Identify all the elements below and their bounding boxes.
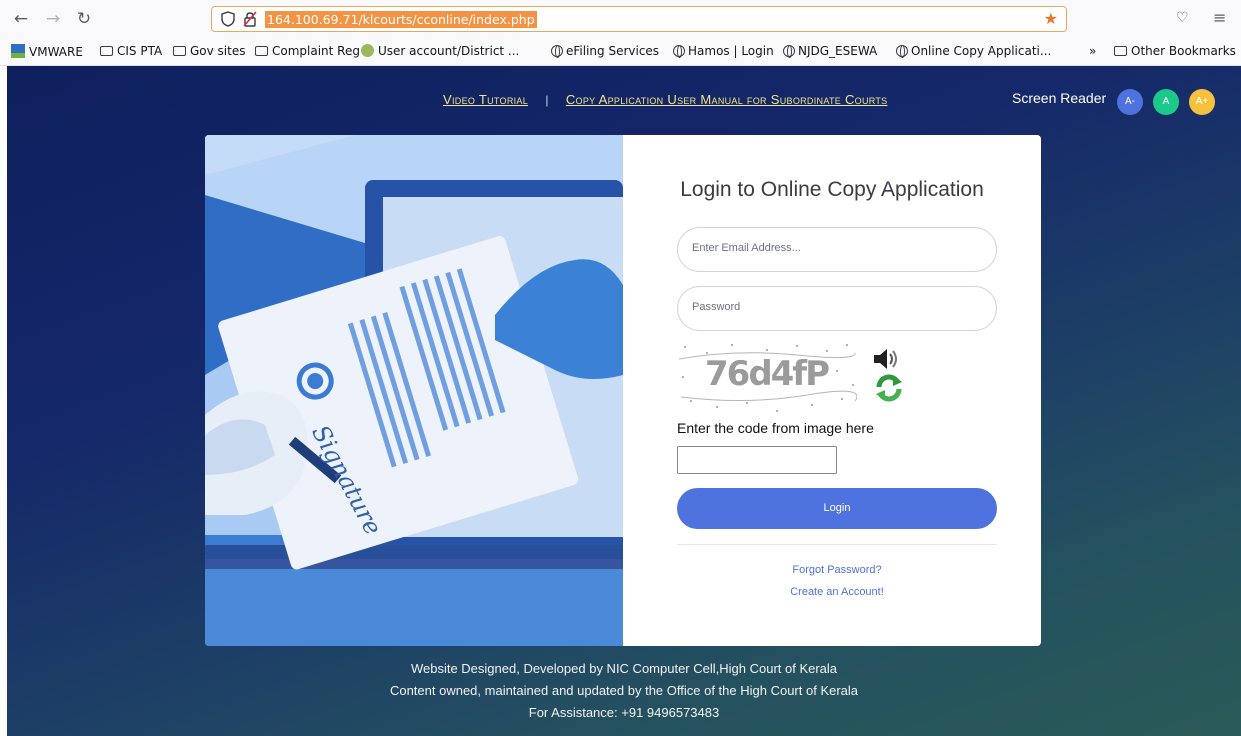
email-field[interactable]: Enter Email Address...: [677, 227, 997, 272]
insecure-lock-icon[interactable]: [243, 11, 257, 27]
captcha-text: 76d4fP: [705, 354, 829, 394]
user-manual-link[interactable]: Copy Application User Manual for Subordi…: [566, 92, 888, 107]
refresh-captcha-icon[interactable]: [874, 373, 904, 403]
captcha-label: Enter the code from image here: [677, 420, 874, 436]
top-links: Video Tutorial | Copy Application User M…: [443, 92, 888, 107]
back-arrow-icon[interactable]: ←: [10, 8, 32, 30]
login-button[interactable]: Login: [677, 488, 997, 529]
screen-reader-label: Screen Reader: [1012, 90, 1107, 106]
bookmark-item[interactable]: User account/District ...: [361, 44, 519, 58]
captcha-input[interactable]: [677, 446, 837, 474]
site-icon: [361, 44, 374, 57]
bookmark-star-icon[interactable]: ★: [1044, 9, 1058, 28]
folder-icon: [255, 46, 268, 56]
forward-arrow-icon[interactable]: →: [42, 8, 64, 30]
globe-icon: [783, 45, 795, 58]
login-form: Login to Online Copy Application Enter E…: [623, 135, 1041, 646]
bookmark-item[interactable]: Online Copy Applicati...: [896, 44, 1051, 58]
speaker-icon[interactable]: [871, 346, 901, 372]
folder-icon: [100, 46, 113, 56]
globe-icon: [551, 45, 563, 58]
footer: Website Designed, Developed by NIC Compu…: [7, 658, 1241, 724]
create-account-link[interactable]: Create an Account!: [623, 586, 1041, 598]
address-bar[interactable]: 164.100.69.71/klcourts/cconline/index.ph…: [211, 6, 1067, 32]
link-separator: |: [545, 93, 549, 107]
vmware-icon: [11, 44, 25, 58]
bookmarks-overflow-button[interactable]: »: [1089, 44, 1096, 58]
font-increase-button[interactable]: A+: [1189, 89, 1215, 115]
signature-illustration: Signature: [205, 135, 623, 646]
other-bookmarks[interactable]: Other Bookmarks: [1114, 44, 1236, 58]
bookmark-item[interactable]: Complaint Reg: [255, 44, 360, 58]
captcha-image: 76d4fP: [677, 341, 857, 417]
bookmark-item[interactable]: Hamos | Login: [673, 44, 774, 58]
video-tutorial-link[interactable]: Video Tutorial: [443, 92, 528, 107]
password-field[interactable]: Password: [677, 286, 997, 331]
footer-line: For Assistance: +91 9496573483: [528, 705, 720, 720]
bookmark-item[interactable]: Gov sites: [173, 44, 245, 58]
menu-icon[interactable]: ≡: [1213, 8, 1226, 27]
password-placeholder: Password: [692, 301, 741, 313]
bookmark-item[interactable]: VMWARE: [11, 44, 83, 59]
bookmark-item[interactable]: eFiling Services: [551, 44, 659, 58]
email-placeholder: Enter Email Address...: [692, 242, 801, 254]
login-title: Login to Online Copy Application: [680, 178, 984, 201]
bookmark-item[interactable]: NJDG_ESEWA: [783, 44, 877, 58]
font-decrease-button[interactable]: A-: [1117, 89, 1143, 115]
footer-line: Content owned, maintained and updated by…: [389, 683, 859, 698]
divider: [677, 544, 997, 545]
globe-icon: [896, 45, 908, 58]
bookmark-item[interactable]: CIS PTA: [100, 44, 162, 58]
reload-icon[interactable]: ↻: [73, 8, 95, 30]
globe-icon: [673, 45, 685, 58]
forgot-password-link[interactable]: Forgot Password?: [623, 564, 1041, 576]
folder-icon: [173, 46, 186, 56]
page-background: Video Tutorial | Copy Application User M…: [7, 66, 1241, 736]
pocket-icon[interactable]: ♡: [1176, 10, 1189, 26]
bookmarks-bar: VMWARE CIS PTA Gov sites Complaint Reg U…: [0, 38, 1241, 66]
font-normal-button[interactable]: A: [1153, 89, 1179, 115]
folder-icon: [1114, 46, 1127, 56]
login-card: Signature Login to Online Copy Applicati…: [205, 135, 1041, 646]
browser-toolbar: ← → ↻ 164.100.69.71/klcourts/cconline/in…: [0, 0, 1241, 38]
footer-line: Website Designed, Developed by NIC Compu…: [410, 661, 838, 676]
url-text[interactable]: 164.100.69.71/klcourts/cconline/index.ph…: [265, 11, 537, 28]
shield-icon[interactable]: [221, 11, 235, 27]
